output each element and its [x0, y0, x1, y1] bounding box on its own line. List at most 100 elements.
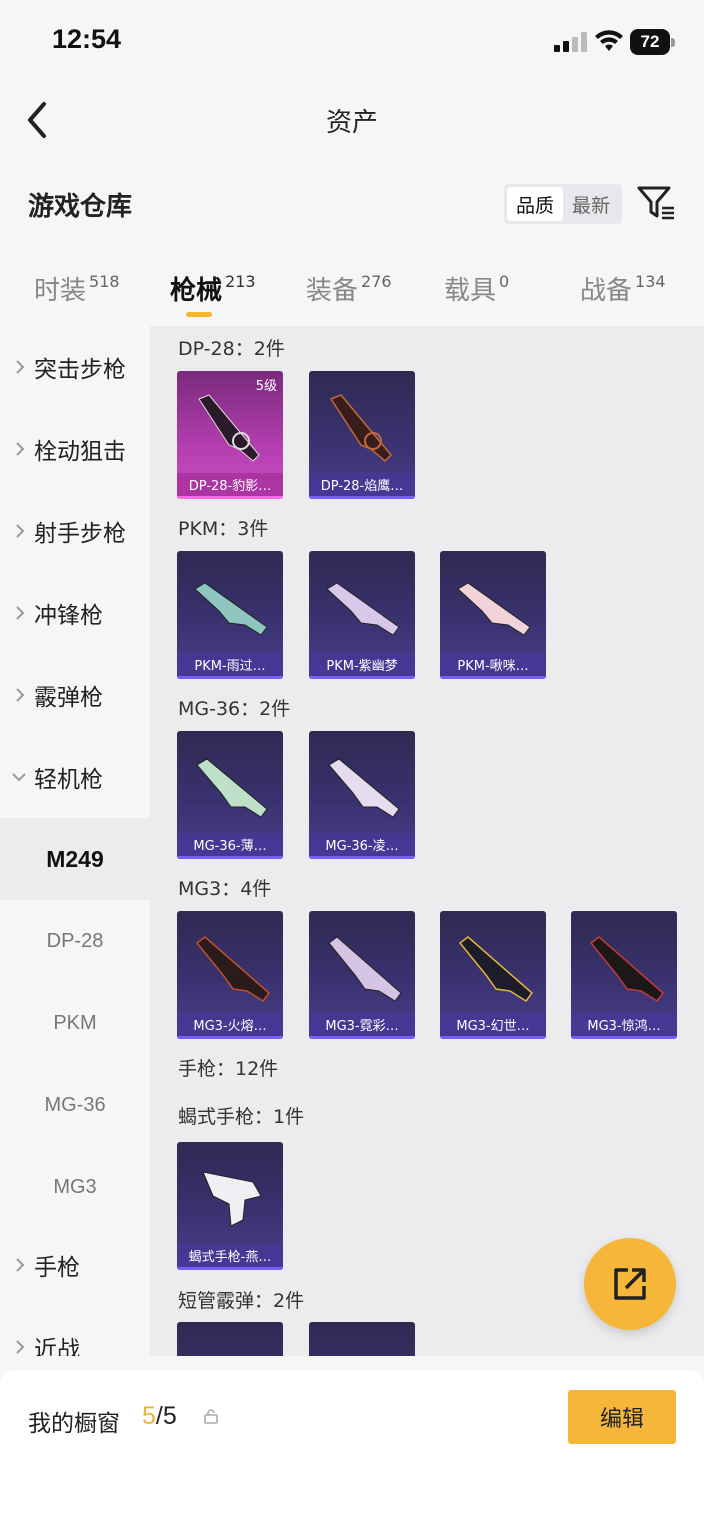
chevron-right-icon: [16, 688, 25, 702]
group-title: DP-28：2件: [178, 338, 285, 360]
edit-button[interactable]: 编辑: [568, 1390, 676, 1444]
sidebar-subitem-pkm[interactable]: PKM: [0, 982, 150, 1064]
tab-fashion[interactable]: 时装 518: [34, 270, 120, 307]
tab-gear[interactable]: 战备 134: [580, 270, 666, 307]
sidebar-item-label: 霰弹枪: [34, 685, 103, 711]
gun-icon: [458, 936, 534, 1003]
item-card[interactable]: 蝎式手枪-燕…: [177, 1142, 283, 1270]
nav-header: 资产: [0, 84, 704, 156]
item-name: MG3-火熔…: [193, 1019, 267, 1034]
chevron-right-icon: [16, 524, 25, 538]
inventory-content: DP-28：2件 5级 DP-28-豹影… DP-28-焰鹰… PKM：3件 P…: [150, 326, 704, 1356]
page-title: 资产: [325, 108, 378, 138]
item-name: MG3-惊鸿…: [587, 1019, 661, 1034]
sort-option-quality[interactable]: 品质: [507, 187, 563, 221]
item-name: MG3-霓彩…: [325, 1019, 399, 1034]
category-tabs: 时装 518 枪械 213 装备 276 载具 0 战备 134: [0, 262, 704, 326]
sidebar-item-assault-rifle[interactable]: 突击步枪: [0, 326, 150, 408]
item-card[interactable]: PKM-紫幽梦: [309, 551, 415, 679]
item-card[interactable]: [309, 1322, 415, 1356]
group-title: 短管霰弹：2件: [178, 1290, 305, 1312]
tab-count: 0: [499, 272, 510, 291]
sidebar-subitem-dp28[interactable]: DP-28: [0, 900, 150, 982]
sidebar-item-bolt-sniper[interactable]: 栓动狙击: [0, 408, 150, 490]
sidebar: 突击步枪 栓动狙击 射手步枪 冲锋枪 霰弹枪 轻机枪 M249 DP-28 PK…: [0, 326, 150, 1356]
sidebar-item-label: 突击步枪: [34, 357, 126, 383]
sidebar-item-melee[interactable]: 近战: [0, 1306, 150, 1356]
item-card[interactable]: [177, 1322, 283, 1356]
chevron-right-icon: [16, 1258, 25, 1272]
item-card[interactable]: MG3-幻世…: [440, 911, 546, 1039]
gun-icon: [589, 936, 665, 1003]
tab-label: 装备: [306, 276, 359, 306]
wifi-icon: [595, 30, 623, 51]
tab-label: 枪械: [170, 276, 223, 306]
gun-icon: [326, 582, 400, 636]
item-name: MG-36-凌…: [325, 839, 399, 854]
item-card[interactable]: 5级 DP-28-豹影…: [177, 371, 283, 499]
tab-vehicles[interactable]: 载具 0: [444, 270, 509, 307]
item-card[interactable]: PKM-啾咪…: [440, 551, 546, 679]
sidebar-item-label: 栓动狙击: [34, 439, 126, 465]
gun-icon: [457, 582, 531, 636]
showcase-bar: 我的橱窗 5/5 编辑: [0, 1370, 704, 1523]
lock-icon: [204, 1409, 218, 1424]
sidebar-item-shotgun[interactable]: 霰弹枪: [0, 654, 150, 736]
item-card[interactable]: MG-36-薄…: [177, 731, 283, 859]
item-name: 蝎式手枪-燕…: [188, 1250, 272, 1265]
item-card[interactable]: MG3-霓彩…: [309, 911, 415, 1039]
tab-label: 战备: [580, 276, 633, 306]
sidebar-item-smg[interactable]: 冲锋枪: [0, 572, 150, 654]
gun-icon: [202, 1171, 262, 1227]
item-name: MG-36-薄…: [193, 839, 267, 854]
tab-count: 134: [635, 272, 666, 291]
sidebar-item-pistol[interactable]: 手枪: [0, 1224, 150, 1306]
sidebar-subitem-mg36[interactable]: MG-36: [0, 1064, 150, 1146]
signal-icon: [554, 32, 587, 52]
sidebar-item-label: 近战: [34, 1337, 80, 1356]
warehouse-title: 游戏仓库: [28, 192, 133, 222]
item-name: DP-28-焰鹰…: [320, 479, 404, 494]
item-card[interactable]: MG3-惊鸿…: [571, 911, 677, 1039]
battery-icon: 72: [630, 29, 676, 55]
sidebar-item-lmg[interactable]: 轻机枪: [0, 736, 150, 818]
group-title: MG-36：2件: [178, 698, 291, 720]
chevron-down-icon: [12, 773, 26, 782]
gun-icon: [328, 936, 402, 1002]
showcase-count-current: 5: [142, 1402, 156, 1430]
gun-icon: [194, 582, 268, 636]
status-time: 12:54: [52, 24, 122, 54]
share-icon: [614, 1268, 646, 1300]
sidebar-item-marksman[interactable]: 射手步枪: [0, 490, 150, 572]
sidebar-subitem-m249[interactable]: M249: [0, 818, 150, 900]
group-title: 手枪：12件: [178, 1058, 279, 1080]
group-title: MG3：4件: [178, 878, 272, 900]
chevron-right-icon: [16, 360, 25, 374]
gun-icon: [329, 394, 393, 463]
sidebar-item-label: 轻机枪: [34, 767, 103, 793]
item-card[interactable]: MG-36-凌…: [309, 731, 415, 859]
chevron-right-icon: [16, 442, 25, 456]
sort-option-latest[interactable]: 最新: [563, 187, 619, 221]
showcase-count-total: /5: [155, 1402, 177, 1430]
tab-count: 518: [89, 272, 120, 291]
sidebar-subitem-mg3[interactable]: MG3: [0, 1146, 150, 1228]
sort-toggle: 品质 最新: [504, 184, 622, 224]
item-name: PKM-紫幽梦: [326, 659, 398, 674]
share-button[interactable]: [584, 1238, 676, 1330]
item-name: PKM-啾咪…: [457, 659, 529, 674]
tab-guns[interactable]: 枪械 213: [170, 270, 256, 307]
chevron-right-icon: [16, 1340, 25, 1354]
item-card[interactable]: PKM-雨过…: [177, 551, 283, 679]
chevron-right-icon: [16, 606, 25, 620]
showcase-count: 5/5: [142, 1402, 177, 1431]
item-card[interactable]: DP-28-焰鹰…: [309, 371, 415, 499]
status-bar: 12:54 72: [0, 0, 704, 84]
tab-label: 时装: [34, 276, 87, 306]
tab-equipment[interactable]: 装备 276: [306, 270, 392, 307]
sidebar-item-label: 手枪: [34, 1255, 80, 1281]
filter-icon[interactable]: [636, 184, 676, 224]
tab-count: 213: [225, 272, 256, 291]
gun-icon: [198, 394, 260, 462]
item-card[interactable]: MG3-火熔…: [177, 911, 283, 1039]
